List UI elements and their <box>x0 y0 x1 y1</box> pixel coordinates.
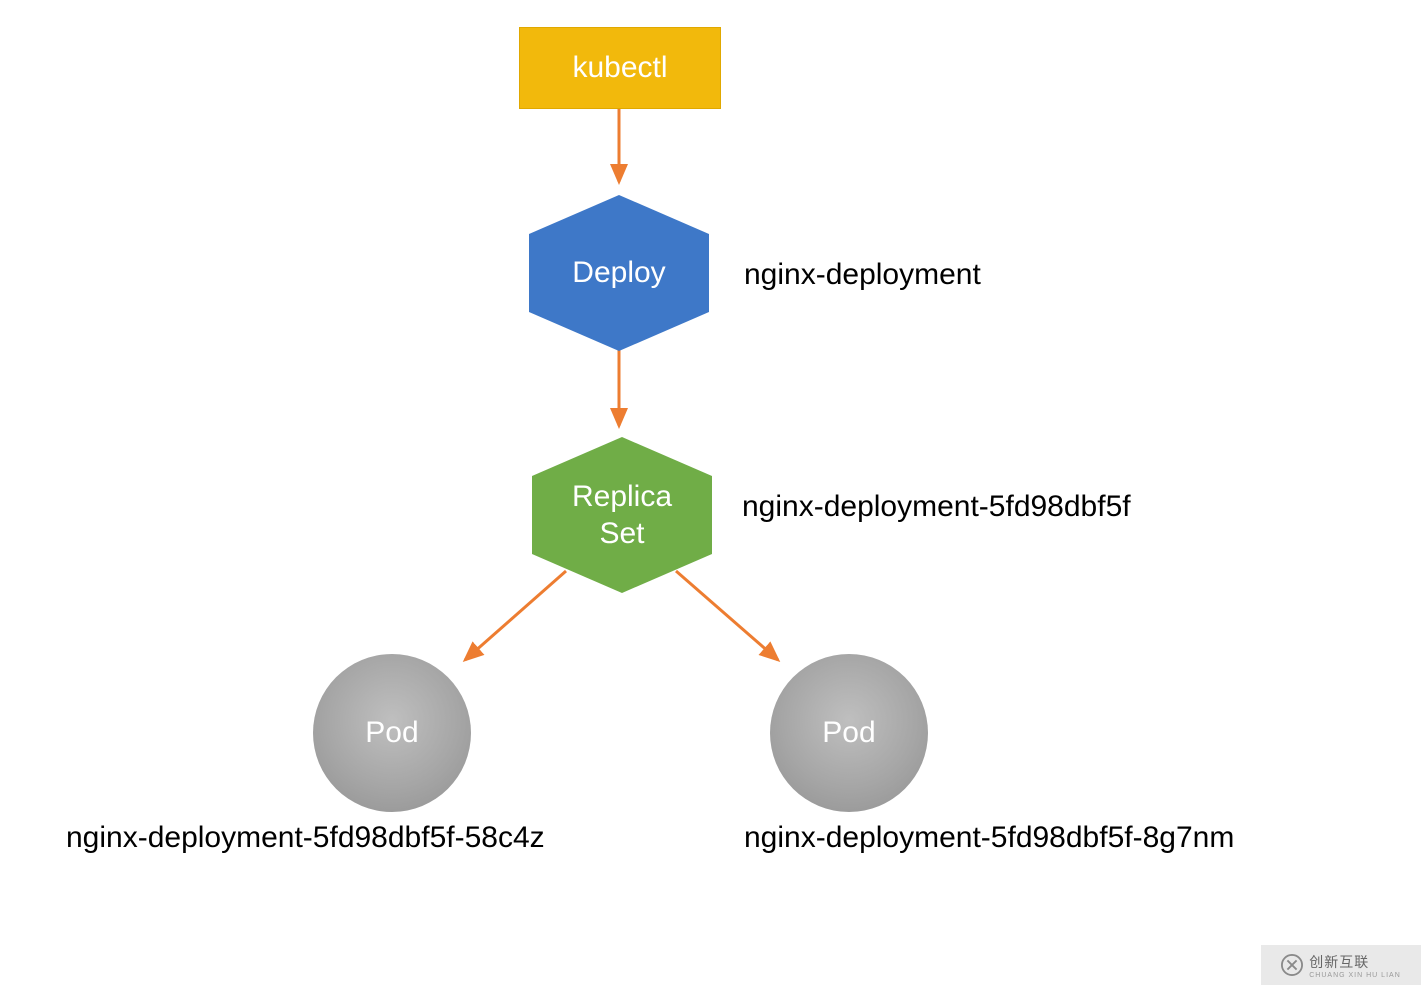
pod-right-node: Pod <box>770 654 928 812</box>
deploy-node: Deploy <box>529 195 709 351</box>
replicaset-side-label: nginx-deployment-5fd98dbf5f <box>742 490 1131 524</box>
kubectl-node: kubectl <box>519 27 721 109</box>
pod-left-caption: nginx-deployment-5fd98dbf5f-58c4z <box>66 821 545 855</box>
deploy-label: Deploy <box>572 254 665 292</box>
watermark-icon <box>1281 954 1303 976</box>
replicaset-label-line1: Replica <box>572 478 672 516</box>
watermark-sub: CHUANG XIN HU LIAN <box>1309 972 1401 979</box>
pod-left-node: Pod <box>313 654 471 812</box>
deploy-side-label: nginx-deployment <box>744 258 981 292</box>
watermark: 创新互联 CHUANG XIN HU LIAN <box>1261 945 1421 985</box>
replicaset-label-line2: Set <box>572 515 672 553</box>
kubectl-label: kubectl <box>572 51 667 85</box>
pod-right-caption: nginx-deployment-5fd98dbf5f-8g7nm <box>744 821 1234 855</box>
watermark-text: 创新互联 <box>1309 952 1401 972</box>
pod-left-label: Pod <box>365 716 418 750</box>
pod-right-label: Pod <box>822 716 875 750</box>
replicaset-node: Replica Set <box>532 437 712 593</box>
